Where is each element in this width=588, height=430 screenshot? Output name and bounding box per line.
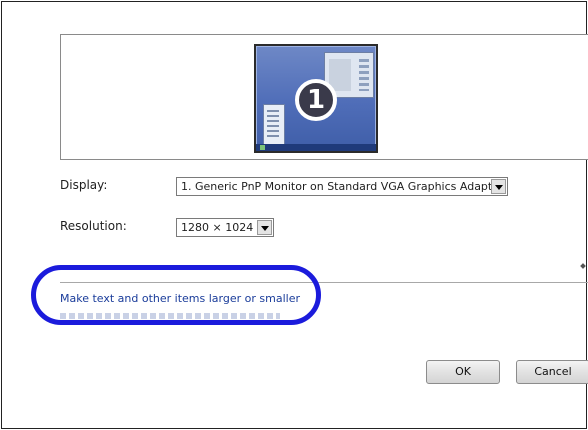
monitor-1-thumbnail[interactable]: 1 [254, 44, 378, 153]
display-dropdown[interactable]: 1. Generic PnP Monitor on Standard VGA G… [176, 177, 508, 196]
start-icon [260, 145, 265, 150]
resolution-dropdown[interactable]: 1280 × 1024 [176, 218, 274, 237]
chevron-down-icon[interactable] [491, 179, 506, 194]
cancel-button[interactable]: Cancel [516, 360, 588, 384]
monitor-number-badge: 1 [295, 79, 337, 121]
resolution-dropdown-value: 1280 × 1024 [181, 221, 254, 234]
display-dropdown-value: 1. Generic PnP Monitor on Standard VGA G… [181, 180, 504, 193]
preview-taskbar [256, 144, 376, 151]
resolution-label: Resolution: [60, 219, 127, 233]
faded-secondary-link [60, 313, 280, 319]
text-size-link[interactable]: Make text and other items larger or smal… [60, 292, 300, 305]
preview-window-small-icon [263, 104, 285, 148]
monitor-preview-area: 1 [60, 34, 588, 160]
ok-button[interactable]: OK [426, 360, 500, 384]
display-label: Display: [60, 178, 108, 192]
chevron-down-icon[interactable] [257, 220, 272, 235]
